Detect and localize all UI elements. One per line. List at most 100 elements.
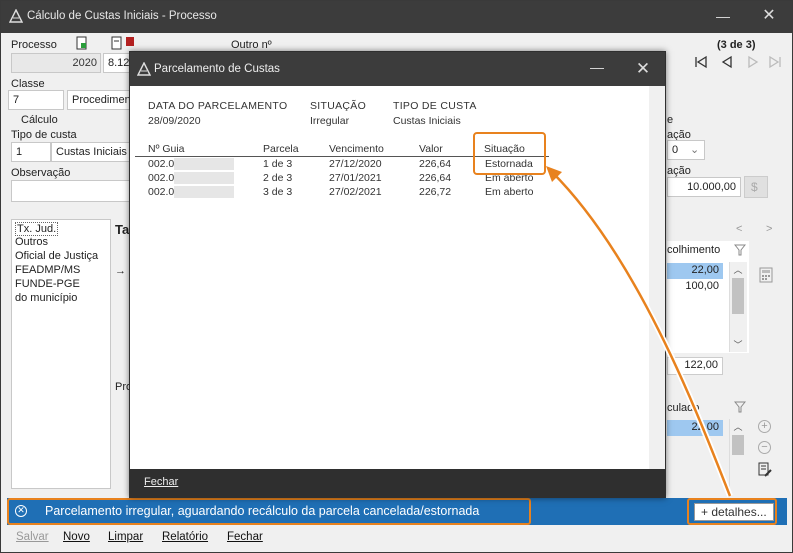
- outro-label: Outro nº: [231, 39, 272, 51]
- redacted-block: [174, 158, 234, 170]
- fechar-label: Fechar: [227, 531, 263, 543]
- status-bar: ✕ Parcelamento irregular, aguardando rec…: [7, 498, 787, 525]
- dialog-close-button[interactable]: ✕: [634, 60, 652, 78]
- pager-next-icon[interactable]: >: [766, 223, 772, 235]
- next-record-icon[interactable]: [746, 55, 760, 69]
- relatorio-button[interactable]: Relatório: [162, 531, 208, 543]
- window-title: Cálculo de Custas Iniciais - Processo: [27, 10, 217, 22]
- pager-prev-icon[interactable]: <: [736, 223, 742, 235]
- relatorio-label: Relatório: [162, 531, 209, 543]
- classe-name-field[interactable]: Procedimen: [67, 90, 131, 110]
- calculo-label: Cálculo: [21, 114, 58, 126]
- add-circle-icon[interactable]: +: [758, 420, 771, 433]
- salvar-button[interactable]: Salvar: [16, 531, 49, 543]
- scroll-up-icon[interactable]: ︿: [730, 420, 746, 433]
- upper-grid-scrollbar[interactable]: ︿ ﹀: [729, 262, 747, 352]
- details-button[interactable]: + detalhes...: [694, 503, 774, 521]
- cell-valor: 226,64: [419, 158, 452, 170]
- processo-label: Processo: [11, 39, 57, 51]
- list-item[interactable]: do município: [15, 292, 77, 304]
- document-icon[interactable]: [111, 36, 123, 50]
- fechar-button[interactable]: Fechar: [227, 531, 263, 543]
- lower-grid-scrollbar[interactable]: ︿: [729, 419, 747, 489]
- cell-value: 22,00: [691, 421, 719, 433]
- error-icon: ✕: [15, 505, 27, 517]
- right-value-field[interactable]: 10.000,00: [667, 177, 741, 197]
- date-label: DATA DO PARCELAMENTO: [148, 100, 288, 112]
- dialog-minimize-button[interactable]: —: [588, 60, 606, 78]
- table-cell[interactable]: 100,00: [667, 279, 723, 295]
- tipo-code: 1: [16, 146, 23, 158]
- total-value: 122,00: [684, 359, 718, 371]
- right-label-3: ação: [667, 165, 691, 177]
- col-header-valor: Valor: [419, 143, 443, 155]
- list-item[interactable]: Tx. Jud.: [15, 222, 59, 236]
- cell-vencimento: 27/12/2020: [329, 158, 382, 170]
- list-item[interactable]: Outros: [15, 236, 48, 248]
- tipo-custa-header-value: Custas Iniciais: [393, 115, 461, 127]
- cell-guia: 002.0: [148, 186, 175, 198]
- col-header-vencimento: Vencimento: [329, 143, 384, 155]
- list-item[interactable]: FUNDE-PGE: [15, 278, 80, 290]
- processo-value: 2020: [72, 57, 97, 69]
- parcelamento-dialog: Parcelamento de Custas — ✕ DATA DO PARCE…: [129, 51, 666, 498]
- upper-grid-tab: Ta: [115, 222, 130, 237]
- right-combo[interactable]: 0 ⌄: [667, 140, 705, 160]
- money-icon: $: [751, 180, 758, 194]
- cell-valor: 226,64: [419, 172, 452, 184]
- close-button[interactable]: ✕: [759, 7, 779, 27]
- table-cell[interactable]: 22,00: [667, 420, 723, 436]
- edit-document-icon[interactable]: [758, 462, 772, 478]
- calculator-icon[interactable]: [759, 267, 773, 283]
- col-header-parcela: Parcela: [263, 143, 299, 155]
- cell-vencimento: 27/01/2021: [329, 172, 382, 184]
- cell-value: 22,00: [691, 264, 719, 276]
- money-button[interactable]: $: [744, 176, 768, 198]
- upper-grid-header: colhimento: [667, 244, 721, 256]
- tipo-custa-header-label: TIPO DE CUSTA: [393, 100, 477, 112]
- remove-circle-icon[interactable]: −: [758, 441, 771, 454]
- limpar-button[interactable]: Limpar: [108, 531, 143, 543]
- app-logo-icon: [9, 9, 23, 23]
- date-value: 28/09/2020: [148, 115, 201, 127]
- situacao-value: Irregular: [310, 115, 350, 127]
- tipo-name: Custas Iniciais: [56, 146, 127, 158]
- list-item[interactable]: Oficial de Justiça: [15, 250, 98, 262]
- table-cell[interactable]: 22,00: [667, 263, 723, 279]
- situacao-highlight: [473, 132, 546, 175]
- redacted-block: [174, 172, 234, 184]
- last-record-icon[interactable]: [768, 55, 782, 69]
- cell-value: 100,00: [685, 280, 719, 292]
- list-item[interactable]: FEADMP/MS: [15, 264, 80, 276]
- first-record-icon[interactable]: [694, 55, 708, 69]
- window-titlebar: Cálculo de Custas Iniciais - Processo — …: [1, 1, 792, 33]
- filter-icon[interactable]: [734, 244, 746, 256]
- app-logo-icon: [137, 62, 151, 76]
- classe-code-field[interactable]: 7: [8, 90, 64, 110]
- minimize-button[interactable]: —: [713, 7, 733, 27]
- novo-button[interactable]: Novo: [63, 531, 90, 543]
- document-green-icon[interactable]: [76, 36, 88, 50]
- scroll-thumb[interactable]: [732, 278, 744, 314]
- col-header-guia: Nº Guia: [148, 143, 185, 155]
- left-list-panel: Tx. Jud. Outros Oficial de Justiça FEADM…: [11, 219, 111, 489]
- tipo-name-field[interactable]: Custas Iniciais: [51, 142, 131, 162]
- previous-record-icon[interactable]: [720, 55, 734, 69]
- upper-grid-total: 122,00: [667, 357, 723, 375]
- dialog-scrollbar[interactable]: [649, 86, 665, 469]
- right-value: 10.000,00: [687, 181, 736, 193]
- novo-label: Novo: [63, 531, 90, 543]
- scroll-down-icon[interactable]: ﹀: [730, 338, 746, 351]
- dialog-footer: Fechar: [130, 469, 665, 497]
- tipo-code-field[interactable]: 1: [11, 142, 51, 162]
- dialog-fechar-button[interactable]: Fechar: [144, 476, 178, 488]
- scroll-up-icon[interactable]: ︿: [730, 263, 746, 276]
- processo-field[interactable]: 2020: [11, 53, 101, 73]
- row-pointer-icon: →: [115, 265, 126, 277]
- observacao-field[interactable]: [11, 180, 131, 202]
- lower-grid-header: culado: [667, 402, 700, 414]
- cell-situacao: Em aberto: [485, 186, 534, 198]
- filter-icon[interactable]: [734, 401, 746, 413]
- scroll-thumb[interactable]: [732, 435, 744, 455]
- cell-parcela: 1 de 3: [263, 158, 293, 170]
